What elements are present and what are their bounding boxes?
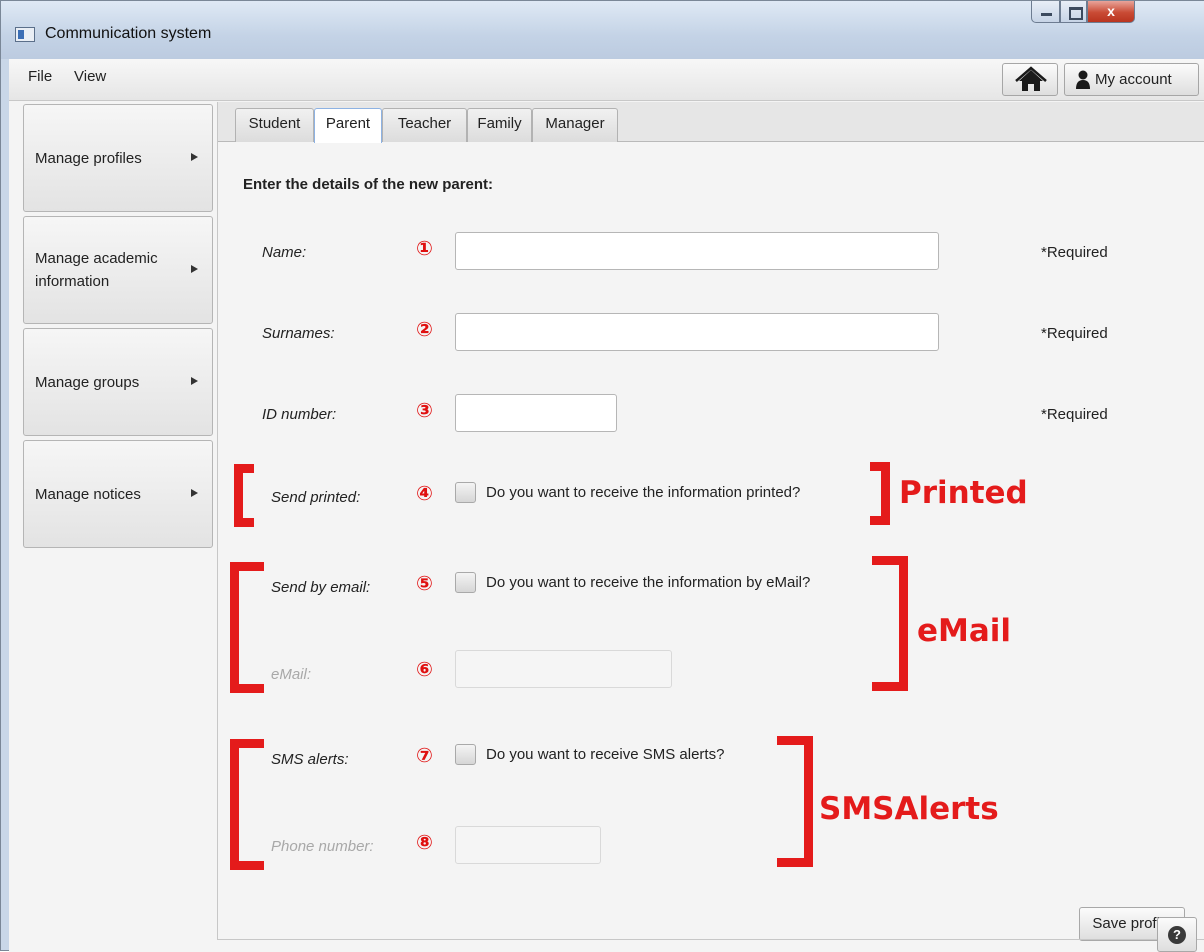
tab-family[interactable]: Family bbox=[467, 108, 532, 142]
menu-view[interactable]: View bbox=[74, 68, 106, 85]
sidebar-item-manage-academic-information[interactable]: Manage academic information bbox=[23, 216, 213, 324]
send-printed-label: Send printed: bbox=[271, 489, 361, 506]
title-bar[interactable]: Communication system x bbox=[1, 1, 1204, 59]
id-number-field[interactable] bbox=[455, 394, 617, 432]
tab-parent[interactable]: Parent bbox=[314, 108, 382, 143]
chevron-right-icon bbox=[191, 489, 198, 497]
sms-annotation: SMSAlerts bbox=[819, 791, 999, 827]
phone-number-label: Phone number: bbox=[271, 838, 374, 855]
marker-5: ⑤ bbox=[416, 573, 433, 595]
id-number-label: ID number: bbox=[262, 406, 337, 423]
send-email-label: Send by email: bbox=[271, 579, 371, 596]
name-field[interactable] bbox=[455, 232, 939, 270]
user-icon bbox=[1076, 70, 1090, 89]
chevron-right-icon bbox=[191, 153, 198, 161]
marker-1: ① bbox=[416, 238, 433, 260]
send-printed-text[interactable]: Do you want to receive the information p… bbox=[486, 484, 800, 501]
sidebar-item-label: Manage notices bbox=[35, 485, 141, 503]
close-button[interactable]: x bbox=[1087, 1, 1135, 23]
sidebar: Manage profiles Manage academic informat… bbox=[9, 102, 214, 952]
sms-bracket-right bbox=[777, 736, 813, 867]
surnames-field[interactable] bbox=[455, 313, 939, 351]
tab-student[interactable]: Student bbox=[235, 108, 314, 142]
marker-4: ④ bbox=[416, 483, 433, 505]
surnames-required-note: *Required bbox=[1041, 325, 1108, 342]
sms-alerts-label: SMS alerts: bbox=[271, 751, 349, 768]
printed-annotation: Printed bbox=[899, 475, 1028, 511]
send-email-row: Do you want to receive the information b… bbox=[455, 572, 810, 593]
send-printed-checkbox[interactable] bbox=[455, 482, 476, 503]
chevron-right-icon bbox=[191, 265, 198, 273]
sms-bracket-left bbox=[230, 739, 264, 870]
sidebar-item-label: Manage academic information bbox=[35, 250, 158, 290]
main-panel: Student Parent Teacher Family Manager En… bbox=[217, 102, 1204, 941]
app-window: Communication system x File View My acco… bbox=[0, 0, 1204, 952]
marker-3: ③ bbox=[416, 400, 433, 422]
home-icon bbox=[1015, 66, 1047, 91]
email-bracket-left bbox=[230, 562, 264, 693]
send-email-text[interactable]: Do you want to receive the information b… bbox=[486, 574, 810, 591]
help-button[interactable]: ? bbox=[1157, 917, 1197, 952]
window-controls: x bbox=[1031, 1, 1135, 25]
marker-7: ⑦ bbox=[416, 745, 433, 767]
my-account-label: My account bbox=[1095, 71, 1172, 88]
menu-bar: File View My account bbox=[9, 59, 1204, 101]
phone-number-field[interactable] bbox=[455, 826, 601, 864]
bottom-bar bbox=[217, 939, 1204, 952]
window-title: Communication system bbox=[45, 25, 212, 42]
name-required-note: *Required bbox=[1041, 244, 1108, 261]
sms-alerts-text[interactable]: Do you want to receive SMS alerts? bbox=[486, 746, 724, 763]
tab-bar: Student Parent Teacher Family Manager bbox=[218, 102, 1204, 143]
printed-bracket-left bbox=[234, 464, 254, 527]
sidebar-item-manage-profiles[interactable]: Manage profiles bbox=[23, 104, 213, 212]
printed-bracket-right bbox=[870, 462, 890, 525]
id-number-required-note: *Required bbox=[1041, 406, 1108, 423]
help-icon: ? bbox=[1168, 926, 1186, 944]
email-field[interactable] bbox=[455, 650, 672, 688]
menu-file[interactable]: File bbox=[28, 68, 52, 85]
surnames-label: Surnames: bbox=[262, 325, 335, 342]
tab-manager[interactable]: Manager bbox=[532, 108, 618, 142]
my-account-button[interactable]: My account bbox=[1064, 63, 1199, 96]
client-area: File View My account Manage profiles Man… bbox=[9, 59, 1204, 952]
home-button[interactable] bbox=[1002, 63, 1058, 96]
chevron-right-icon bbox=[191, 377, 198, 385]
marker-8: ⑧ bbox=[416, 832, 433, 854]
marker-6: ⑥ bbox=[416, 659, 433, 681]
app-icon bbox=[15, 27, 35, 42]
sidebar-item-manage-notices[interactable]: Manage notices bbox=[23, 440, 213, 548]
send-printed-row: Do you want to receive the information p… bbox=[455, 482, 800, 503]
sidebar-item-manage-groups[interactable]: Manage groups bbox=[23, 328, 213, 436]
email-annotation: eMail bbox=[917, 613, 1012, 649]
sms-alerts-checkbox[interactable] bbox=[455, 744, 476, 765]
email-label: eMail: bbox=[271, 666, 312, 683]
maximize-button[interactable] bbox=[1060, 1, 1087, 23]
send-email-checkbox[interactable] bbox=[455, 572, 476, 593]
sidebar-item-label: Manage profiles bbox=[35, 149, 142, 167]
minimize-button[interactable] bbox=[1031, 1, 1060, 23]
close-icon: x bbox=[1107, 3, 1115, 19]
sms-alerts-row: Do you want to receive SMS alerts? bbox=[455, 744, 724, 765]
name-label: Name: bbox=[262, 244, 307, 261]
email-bracket-right bbox=[872, 556, 908, 691]
marker-2: ② bbox=[416, 319, 433, 341]
form-heading: Enter the details of the new parent: bbox=[243, 176, 494, 193]
sidebar-item-label: Manage groups bbox=[35, 373, 140, 391]
tab-teacher[interactable]: Teacher bbox=[382, 108, 467, 142]
